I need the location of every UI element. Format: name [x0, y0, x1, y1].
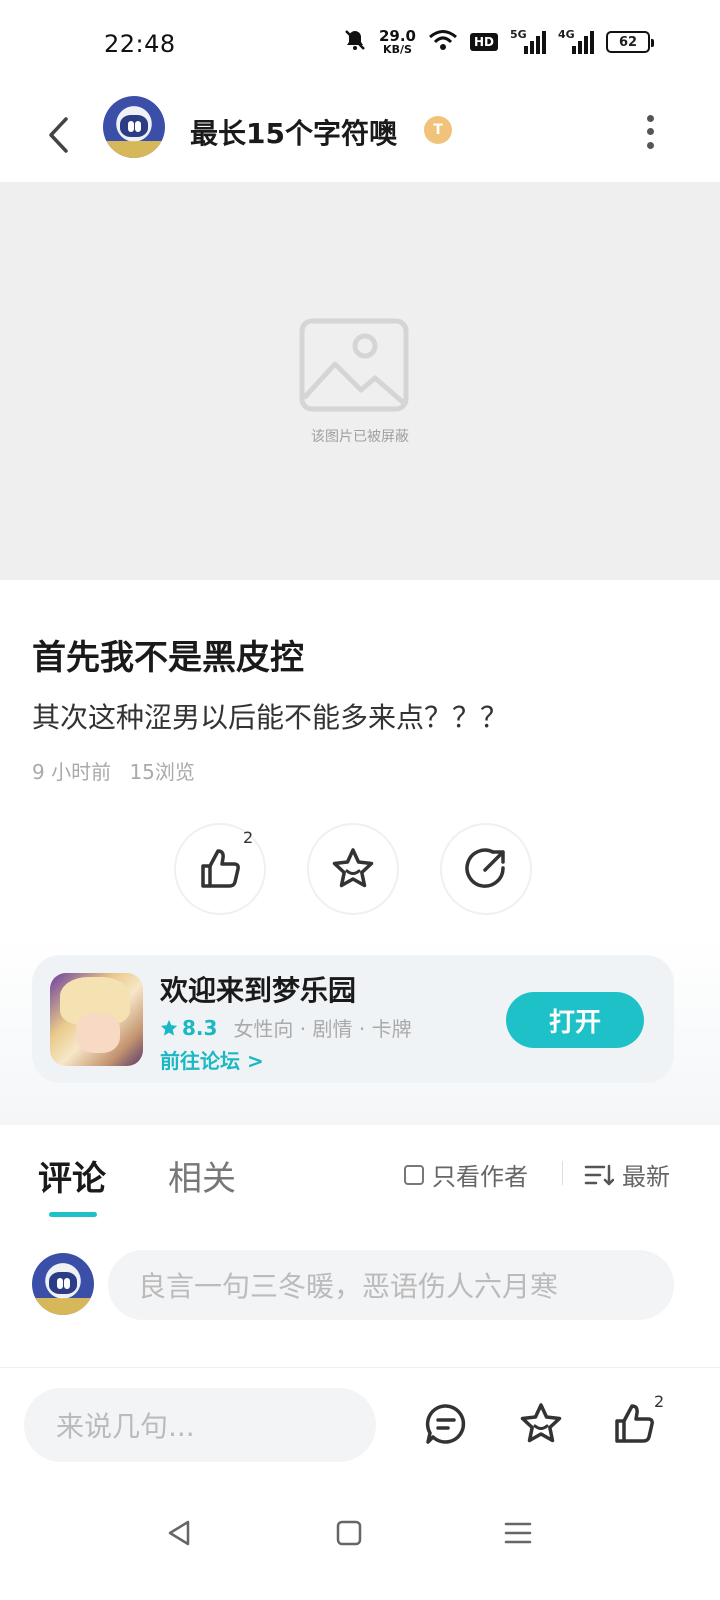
triangle-back-icon	[168, 1520, 190, 1546]
star-icon	[332, 848, 374, 888]
network-speed-value: 29.0	[378, 27, 416, 45]
share-icon	[465, 848, 505, 888]
game-tags: 女性向 · 剧情 · 卡牌	[233, 1017, 412, 1041]
author-name[interactable]: 最长15个字符噢	[190, 112, 397, 152]
active-tab-indicator	[49, 1212, 97, 1217]
post-meta: 9 小时前 15浏览	[32, 756, 195, 785]
network-speed: 29.0 KB/S	[378, 27, 416, 56]
author-level-badge: T	[424, 116, 452, 144]
battery-icon: 62	[606, 31, 654, 53]
more-options-button[interactable]	[640, 112, 660, 152]
wifi-icon	[428, 28, 458, 56]
image-placeholder-icon	[299, 318, 409, 416]
author-only-label: 只看作者	[432, 1163, 528, 1191]
bottom-action-bar: 来说几句... 2	[0, 1367, 720, 1487]
status-time: 22:48	[104, 30, 176, 58]
current-user-avatar	[32, 1253, 94, 1315]
tab-comments[interactable]: 评论	[38, 1151, 106, 1200]
thumbs-up-icon	[201, 849, 240, 888]
signal-4g-icon: 4G	[558, 28, 594, 54]
nav-home-button[interactable]	[325, 1509, 373, 1557]
signal-5g-icon: 5G	[510, 28, 546, 54]
signal-5g-label: 5G	[510, 28, 527, 41]
status-bar: 22:48 29.0 KB/S HD 5G 4G 62	[0, 0, 720, 90]
comment-button[interactable]	[422, 1400, 470, 1448]
game-name: 欢迎来到梦乐园	[160, 974, 357, 1007]
star-icon	[520, 1403, 562, 1443]
comment-input[interactable]: 良言一句三冬暖，恶语伤人六月寒	[108, 1250, 674, 1320]
sort-button[interactable]: 最新	[584, 1157, 670, 1192]
share-button[interactable]	[440, 823, 532, 915]
comment-tabs: 评论 相关 只看作者 最新	[0, 1125, 720, 1235]
forum-link[interactable]: 前往论坛 >	[160, 1045, 264, 1074]
mute-bell-icon	[343, 28, 367, 56]
game-rating-value: 8.3	[182, 1015, 218, 1040]
tab-related[interactable]: 相关	[168, 1151, 236, 1200]
post-body: 其次这种涩男以后能不能多来点？？？	[32, 701, 509, 734]
nav-recents-button[interactable]	[494, 1509, 542, 1557]
status-icons: 29.0 KB/S HD 5G 4G 62	[343, 27, 654, 56]
open-game-button[interactable]: 打开	[506, 992, 644, 1048]
game-info: 8.3 女性向 · 剧情 · 卡牌	[160, 1013, 412, 1042]
game-icon-image	[50, 973, 143, 1066]
sort-label: 最新	[622, 1163, 670, 1191]
bottom-like-count: 2	[654, 1392, 665, 1411]
battery-level: 62	[618, 34, 638, 50]
bottom-favorite-button[interactable]	[517, 1400, 565, 1448]
image-blocked-text: 该图片已被屏蔽	[311, 429, 409, 445]
author-only-toggle[interactable]: 只看作者	[404, 1157, 528, 1192]
nav-back-button[interactable]	[156, 1509, 204, 1557]
system-nav-bar	[0, 1487, 720, 1600]
signal-4g-label: 4G	[558, 28, 575, 41]
bottom-like-button[interactable]	[610, 1400, 658, 1448]
menu-lines-icon	[504, 1522, 532, 1544]
game-card[interactable]: 欢迎来到梦乐园 8.3 女性向 · 剧情 · 卡牌 前往论坛 > 打开	[32, 955, 674, 1083]
quick-comment-input[interactable]: 来说几句...	[24, 1388, 376, 1462]
chevron-left-icon	[49, 117, 68, 153]
back-button[interactable]	[36, 110, 80, 160]
like-count: 2	[243, 828, 254, 847]
favorite-button[interactable]	[307, 823, 399, 915]
hd-icon: HD	[469, 33, 498, 51]
post-title: 首先我不是黑皮控	[32, 638, 304, 678]
square-home-icon	[336, 1520, 362, 1546]
game-rating: 8.3	[160, 1016, 217, 1040]
post-views: 15浏览	[129, 760, 195, 784]
checkbox-icon	[404, 1164, 424, 1185]
rating-star-icon	[160, 1019, 178, 1036]
sort-icon	[584, 1164, 614, 1185]
network-speed-unit: KB/S	[383, 43, 412, 56]
comment-icon	[425, 1404, 466, 1444]
post-time: 9 小时前	[32, 760, 112, 784]
thumbs-up-icon	[615, 1404, 654, 1443]
divider	[562, 1161, 563, 1185]
author-avatar[interactable]	[103, 96, 165, 158]
post-header: 最长15个字符噢 T	[0, 90, 720, 182]
